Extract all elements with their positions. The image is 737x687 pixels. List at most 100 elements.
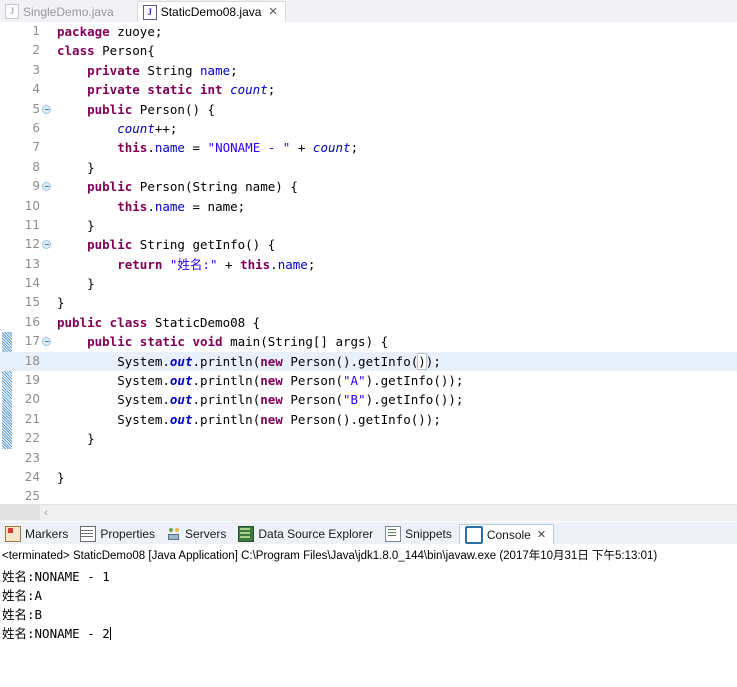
code-line[interactable]: 4 private static int count; xyxy=(0,80,737,100)
code-token: ) xyxy=(417,352,427,370)
code-text: this.name = "NONAME - " + count; xyxy=(57,138,358,157)
tab-markers[interactable]: Markers xyxy=(0,523,75,544)
code-line[interactable]: 11 } xyxy=(0,215,737,236)
code-token: = name; xyxy=(184,198,246,214)
fold-collapse-icon[interactable] xyxy=(42,182,51,192)
code-token: new xyxy=(260,373,291,389)
tab-console[interactable]: Console ✕ xyxy=(458,524,555,546)
fold-collapse-icon[interactable] xyxy=(42,104,51,114)
code-lines[interactable]: 1 package zuoye; 2 class Person{3 private S… xyxy=(0,22,737,510)
code-token: private xyxy=(87,62,148,78)
code-line[interactable]: 21 System.out.println(new Person().getIn… xyxy=(0,409,737,430)
line-number: 7 xyxy=(14,138,40,158)
code-line[interactable]: 2 class Person{ xyxy=(0,41,737,61)
code-line[interactable]: 13 return "姓名:" + this.name; xyxy=(0,254,737,275)
console-tab-label: Properties xyxy=(100,526,156,541)
line-number: 5 xyxy=(14,99,40,119)
code-token: this xyxy=(117,140,148,156)
line-number: 23 xyxy=(14,448,40,468)
code-token: + xyxy=(217,256,241,272)
code-token: this xyxy=(117,198,148,214)
editor-tab-staticdemo08[interactable]: J StaticDemo08.java ✕ xyxy=(136,1,286,22)
code-line[interactable]: 6 count++; xyxy=(0,118,737,139)
line-number: 17 xyxy=(14,332,40,352)
code-line[interactable]: 22 } xyxy=(0,429,737,449)
code-token: Person().getInfo()); xyxy=(290,411,441,427)
code-text: this.name = name; xyxy=(57,197,245,216)
code-text: class Person{ xyxy=(57,41,155,60)
code-token: count xyxy=(230,82,268,98)
code-token: name xyxy=(154,198,185,214)
code-token: Person().getInfo( xyxy=(290,353,419,369)
code-text: } xyxy=(57,158,95,177)
code-line[interactable]: 3 private String name; xyxy=(0,60,737,81)
properties-icon xyxy=(80,525,97,542)
code-editor[interactable]: 1 package zuoye; 2 class Person{3 private S… xyxy=(0,22,737,510)
code-token: main(String[] xyxy=(230,334,336,350)
code-line[interactable]: 19 System.out.println(new Person("A").ge… xyxy=(0,371,737,391)
code-token: out xyxy=(169,411,193,427)
code-token: System. xyxy=(117,353,170,369)
code-token: } xyxy=(57,469,65,485)
code-line[interactable]: 9 public Person(String name) { xyxy=(0,177,737,197)
code-token: } xyxy=(57,431,95,447)
code-token: ++; xyxy=(154,120,178,136)
code-line[interactable]: 20 System.out.println(new Person("B").ge… xyxy=(0,390,737,410)
code-line[interactable]: 23 xyxy=(0,448,737,468)
code-line[interactable]: 16 public class StaticDemo08 { xyxy=(0,312,737,333)
line-number: 14 xyxy=(14,274,40,294)
code-token: String getInfo() { xyxy=(139,237,276,253)
code-token: ; xyxy=(307,256,316,272)
console-line: 姓名:NONAME - 1 xyxy=(2,569,110,584)
console-output-lines: 姓名:NONAME - 1 姓名:A 姓名:B 姓名:NONAME - 2 xyxy=(0,563,737,643)
code-token: name xyxy=(245,179,276,195)
code-token: . xyxy=(270,256,278,272)
close-icon[interactable]: ✕ xyxy=(537,528,546,541)
code-text: System.out.println(new Person("B").getIn… xyxy=(57,390,463,409)
code-line[interactable]: 18 System.out.println(new Person().getIn… xyxy=(0,351,737,372)
line-number: 4 xyxy=(14,80,40,100)
code-token: ).getInfo()); xyxy=(365,373,464,389)
code-token: ; xyxy=(230,62,238,78)
code-line[interactable]: 8 } xyxy=(0,157,737,178)
line-number: 19 xyxy=(14,371,40,391)
code-line[interactable]: 5 public Person() { xyxy=(0,99,737,119)
code-token: } xyxy=(57,295,65,311)
code-token: public xyxy=(87,237,140,253)
console-tab-label: Console xyxy=(486,527,531,542)
tab-data-source-explorer[interactable]: Data Source Explorer xyxy=(233,523,380,544)
code-line[interactable]: 10 this.name = name; xyxy=(0,196,737,216)
launch-status-line: <terminated> StaticDemo08 [Java Applicat… xyxy=(2,550,658,562)
close-icon[interactable]: ✕ xyxy=(268,6,277,18)
line-number: 18 xyxy=(14,351,40,372)
tab-servers[interactable]: Servers xyxy=(162,523,233,544)
code-line[interactable]: 7 this.name = "NONAME - " + count; xyxy=(0,138,737,158)
code-token: new xyxy=(260,392,291,408)
code-token: "NONAME - " xyxy=(207,140,291,156)
editor-tab-singledemo[interactable]: J SingleDemo.java xyxy=(0,1,121,22)
line-number: 9 xyxy=(14,177,40,197)
code-line[interactable]: 17 public static void main(String[] args… xyxy=(0,332,737,352)
code-line[interactable]: 15} xyxy=(0,293,737,313)
data-source-explorer-icon xyxy=(238,525,255,542)
tab-properties[interactable]: Properties xyxy=(75,523,162,544)
editor-horizontal-scrollbar[interactable]: ‹ xyxy=(0,504,737,521)
console-panel: Markers Properties Servers Data Source E… xyxy=(0,522,737,687)
code-text: private String name; xyxy=(57,61,238,80)
chevron-left-icon[interactable]: ‹ xyxy=(40,507,52,519)
scrollbar-thumb[interactable] xyxy=(0,505,40,520)
fold-collapse-icon[interactable] xyxy=(42,337,51,347)
eclipse-ide-window: J SingleDemo.java J StaticDemo08.java ✕ … xyxy=(0,0,737,687)
code-line[interactable]: 1 package zuoye; xyxy=(0,22,737,42)
code-line[interactable]: 14 } xyxy=(0,274,737,294)
code-token: + xyxy=(290,140,313,156)
tab-snippets[interactable]: Snippets xyxy=(380,523,459,544)
code-line[interactable]: 12 public String getInfo() { xyxy=(0,235,737,255)
fold-collapse-icon[interactable] xyxy=(42,240,51,250)
code-line[interactable]: 24} xyxy=(0,467,737,488)
console-output-area[interactable]: <terminated> StaticDemo08 [Java Applicat… xyxy=(0,544,737,687)
